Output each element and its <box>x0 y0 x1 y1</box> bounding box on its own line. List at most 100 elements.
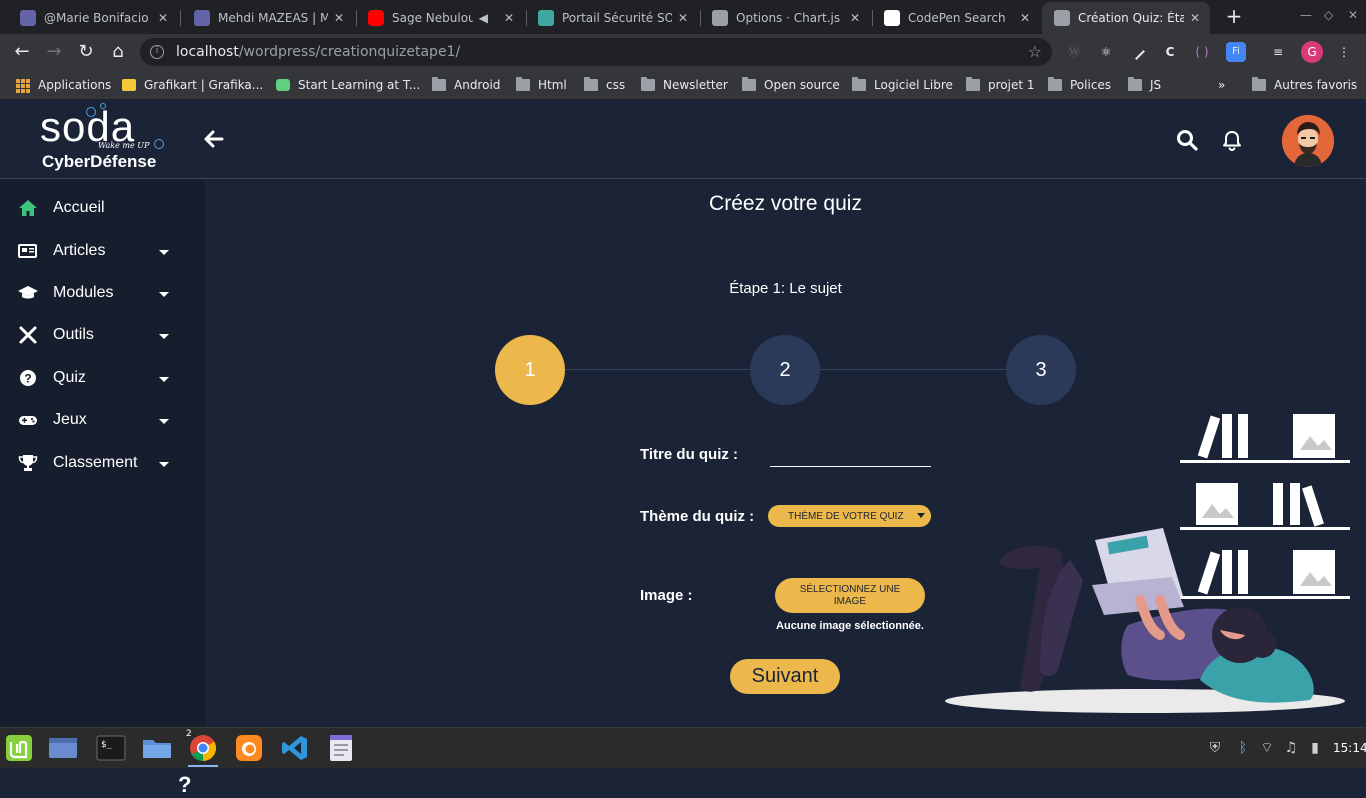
terminal-icon[interactable]: $_ <box>94 732 128 764</box>
bookmarks-bar: Applications Grafikart | Grafika... Star… <box>0 70 1366 100</box>
bookmark-folder[interactable]: Open source <box>742 76 840 94</box>
react-devtools-extension-icon[interactable]: ⚛ <box>1096 42 1116 62</box>
main-content: Créez votre quiz Étape 1: Le sujet 1 2 3… <box>205 180 1366 727</box>
bookmark-folder[interactable]: Html <box>516 76 567 94</box>
firefox-icon[interactable] <box>232 732 266 764</box>
browser-tab[interactable]: Mehdi MAZEAS | M ✕ <box>182 2 354 34</box>
tab-title: Sage Nebulous <box>392 11 473 25</box>
close-window-button[interactable]: ✕ <box>1348 8 1358 22</box>
profile-avatar[interactable]: G <box>1301 41 1323 63</box>
close-tab-icon[interactable]: ✕ <box>334 11 344 25</box>
step-2[interactable]: 2 <box>750 335 820 405</box>
vscode-icon[interactable] <box>278 732 312 764</box>
wifi-icon[interactable]: ⌔ <box>1258 739 1276 757</box>
address-bar[interactable]: i localhost/wordpress/creationquizetape1… <box>140 38 1052 66</box>
font-extension-icon[interactable]: Fi <box>1226 42 1246 62</box>
sound-icon[interactable]: ♫ <box>1282 739 1300 757</box>
sidebar-item-modules[interactable]: Modules <box>0 275 205 311</box>
browser-tab[interactable]: Portail Sécurité SO ✕ <box>526 2 698 34</box>
bookshelf-illustration <box>1180 414 1350 599</box>
file-manager-icon[interactable] <box>140 732 174 764</box>
codepen-favicon-icon <box>884 10 900 26</box>
system-clock[interactable]: 15:14 <box>1333 741 1366 755</box>
bookmark-folder[interactable]: Android <box>432 76 500 94</box>
bell-icon[interactable] <box>1221 129 1243 151</box>
site-info-icon[interactable]: i <box>150 45 164 59</box>
quiz-theme-select-value: THÈME DE VOTRE QUIZ <box>788 510 904 522</box>
media-control-icon[interactable]: ≡ <box>1268 42 1288 62</box>
sidebar-item-articles[interactable]: Articles <box>0 233 205 269</box>
bookmark-folder[interactable]: Polices <box>1048 76 1111 94</box>
bookmark-folder[interactable]: Logiciel Libre <box>852 76 953 94</box>
chevron-down-icon <box>159 334 169 339</box>
home-icon[interactable]: ⌂ <box>106 40 130 64</box>
search-icon[interactable] <box>1176 129 1198 151</box>
bookmark-star-icon[interactable]: ☆ <box>1028 42 1042 61</box>
back-icon[interactable]: ← <box>10 40 34 64</box>
step-1[interactable]: 1 <box>495 335 565 405</box>
text-editor-icon[interactable] <box>324 732 358 764</box>
sidebar-item-classement[interactable]: Classement <box>0 445 205 481</box>
step-3[interactable]: 3 <box>1006 335 1076 405</box>
select-image-button[interactable]: SÉLECTIONNEZ UNE IMAGE <box>775 578 925 613</box>
bookmark-other-favorites[interactable]: Autres favoris <box>1252 76 1357 94</box>
close-tab-icon[interactable]: ✕ <box>678 11 688 25</box>
close-tab-icon[interactable]: ✕ <box>504 11 514 25</box>
bluetooth-icon[interactable]: ᛒ <box>1234 739 1252 757</box>
battery-icon[interactable]: ▮ <box>1306 739 1324 757</box>
url-text[interactable]: localhost/wordpress/creationquizetape1/ <box>176 44 460 60</box>
reload-icon[interactable]: ↻ <box>74 40 98 64</box>
css-extension-icon[interactable]: C <box>1160 42 1180 62</box>
security-shield-icon[interactable]: ⛨ <box>1206 739 1224 757</box>
sidebar-item-jeux[interactable]: Jeux <box>0 402 205 438</box>
sidebar-item-outils[interactable]: Outils <box>0 317 205 353</box>
accessibility-extension-icon[interactable]: ( ) <box>1192 42 1212 62</box>
help-icon[interactable]: ? <box>178 772 191 798</box>
bookmarks-overflow-button[interactable]: » <box>1218 76 1225 94</box>
browser-menu-icon[interactable]: ⋮ <box>1334 42 1354 62</box>
bookmark-grafikart[interactable]: Grafikart | Grafika... <box>122 76 263 94</box>
show-desktop-icon[interactable] <box>46 732 80 764</box>
mint-menu-icon[interactable] <box>2 732 36 764</box>
sidebar-item-accueil[interactable]: Accueil <box>0 190 205 226</box>
portal-favicon-icon <box>538 10 554 26</box>
browser-tab-active[interactable]: Création Quiz: Étap ✕ <box>1042 2 1210 34</box>
close-tab-icon[interactable]: ✕ <box>1020 11 1030 25</box>
next-button[interactable]: Suivant <box>730 659 840 694</box>
colorpicker-extension-icon[interactable] <box>1130 42 1150 62</box>
chrome-icon[interactable]: 2 <box>186 729 220 767</box>
page-title: Créez votre quiz <box>709 192 862 215</box>
site-logo[interactable]: soda Wake me UP CyberDéfense <box>30 103 180 175</box>
chevron-down-icon <box>917 513 925 518</box>
close-tab-icon[interactable]: ✕ <box>850 11 860 25</box>
wordpress-extension-icon[interactable]: Ⓦ <box>1064 42 1084 62</box>
restore-window-button[interactable]: ◇ <box>1324 8 1333 22</box>
bookmark-folder[interactable]: css <box>584 76 625 94</box>
close-tab-icon[interactable]: ✕ <box>158 11 168 25</box>
new-tab-button[interactable]: + <box>1222 4 1246 28</box>
web-page: soda Wake me UP CyberDéfense Accueil Art… <box>0 101 1366 797</box>
bookmark-folder[interactable]: projet 1 <box>966 76 1035 94</box>
quiz-theme-select[interactable]: THÈME DE VOTRE QUIZ <box>768 505 931 527</box>
sidebar-item-label: Classement <box>53 454 138 471</box>
quiz-title-input[interactable] <box>770 445 931 467</box>
browser-tab[interactable]: CodePen Search ✕ <box>872 2 1040 34</box>
bookmark-folder[interactable]: JS <box>1128 76 1161 94</box>
back-arrow-icon[interactable] <box>202 127 226 151</box>
bookmark-folder[interactable]: Newsletter <box>641 76 728 94</box>
forward-icon[interactable]: → <box>42 40 66 64</box>
user-avatar[interactable] <box>1282 115 1334 167</box>
chevron-down-icon <box>159 250 169 255</box>
firefox-app-icon <box>236 735 262 761</box>
mute-audio-icon[interactable]: ◀ <box>479 11 488 25</box>
treehouse-favicon-icon <box>276 79 290 91</box>
browser-tab[interactable]: @Marie Bonifacio - ✕ <box>8 2 178 34</box>
browser-tab[interactable]: Sage Nebulous ◀ ✕ <box>356 2 524 34</box>
minimize-window-button[interactable]: — <box>1300 8 1312 22</box>
browser-tab[interactable]: Options · Chart.js d ✕ <box>700 2 870 34</box>
bookmark-apps[interactable]: Applications <box>16 76 111 94</box>
bookmark-start-learning[interactable]: Start Learning at T... <box>276 76 420 94</box>
close-tab-icon[interactable]: ✕ <box>1190 11 1200 25</box>
folder-icon <box>516 77 530 91</box>
sidebar-item-quiz[interactable]: ? Quiz <box>0 360 205 396</box>
